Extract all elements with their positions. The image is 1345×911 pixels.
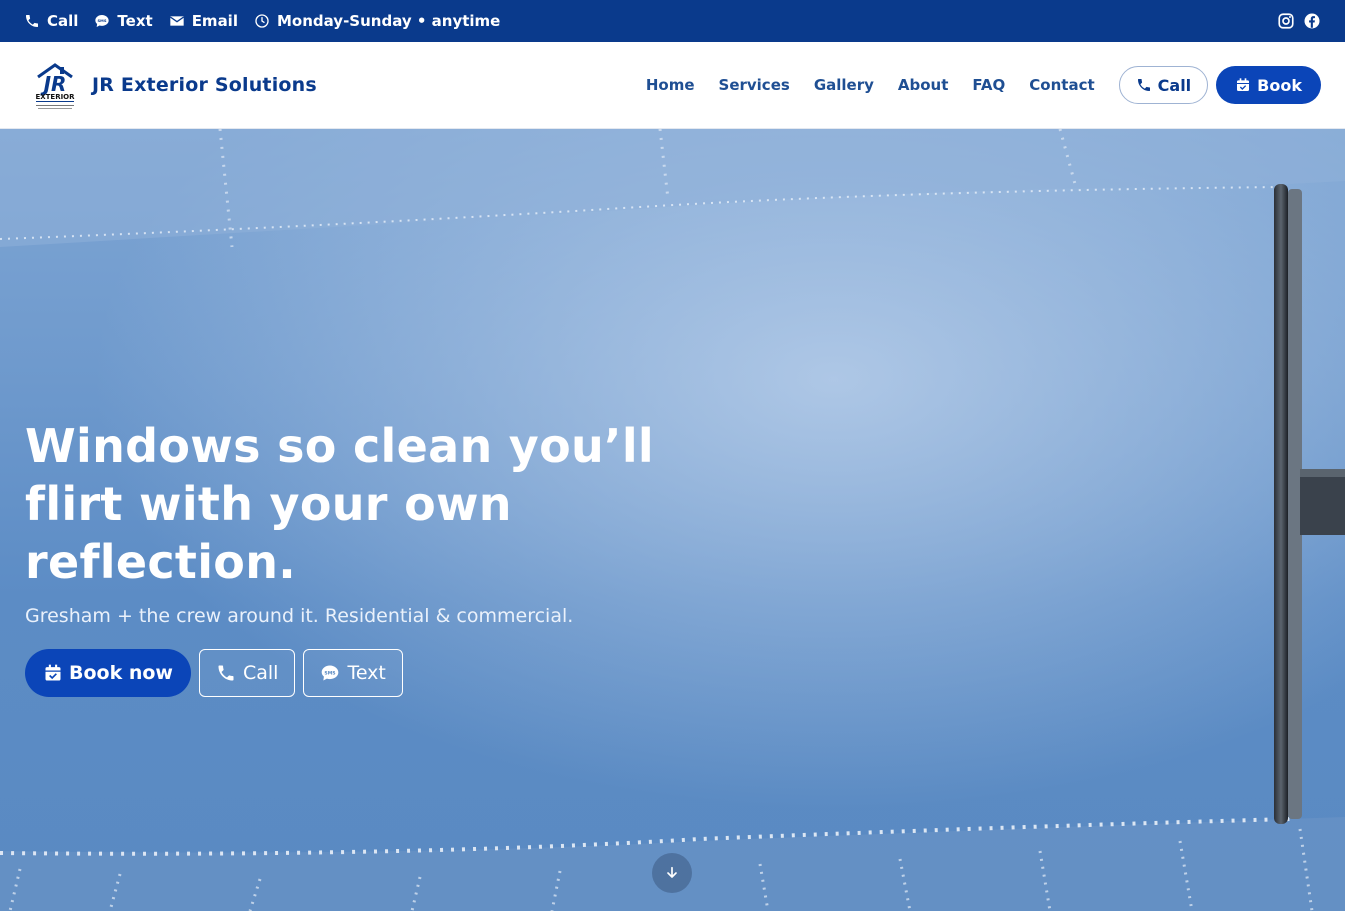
phone-icon <box>218 665 234 681</box>
topbar-text-link[interactable]: SMS Text <box>94 12 153 30</box>
brand-logo: JR EXTERIOR <box>30 57 80 113</box>
clock-icon <box>255 14 269 28</box>
hero-text-button[interactable]: SMS Text <box>303 649 403 697</box>
brand-home-link[interactable]: JR EXTERIOR JR Exterior Solutions <box>30 57 317 113</box>
nav-contact[interactable]: Contact <box>1029 76 1094 94</box>
hero-book-now-label: Book now <box>69 662 173 684</box>
topbar-hours-label: Monday-Sunday • anytime <box>276 12 501 30</box>
header-book-label: Book <box>1257 75 1302 95</box>
nav-gallery[interactable]: Gallery <box>814 76 874 94</box>
topbar-hours: Monday-Sunday • anytime <box>254 12 500 30</box>
topbar-call-link[interactable]: Call <box>24 12 78 30</box>
main-nav: Home Services Gallery About FAQ Contact … <box>646 66 1321 104</box>
header-call-label: Call <box>1157 75 1192 95</box>
hero-book-now-button[interactable]: Book now <box>25 649 191 697</box>
hero-content: Windows so clean you’ll flirt with your … <box>25 417 745 697</box>
social-links <box>1277 12 1321 30</box>
top-contact-bar: Call SMS Text Email Monday-Sunday • anyt… <box>0 0 1345 42</box>
svg-text:SMS: SMS <box>98 19 107 23</box>
facebook-link[interactable] <box>1303 12 1321 30</box>
top-contact-links: Call SMS Text Email Monday-Sunday • anyt… <box>24 12 500 30</box>
hero-title: Windows so clean you’ll flirt with your … <box>25 419 654 589</box>
svg-text:EXTERIOR: EXTERIOR <box>35 93 75 101</box>
instagram-link[interactable] <box>1277 12 1295 30</box>
envelope-icon <box>169 16 184 26</box>
instagram-icon <box>1278 13 1294 29</box>
sms-icon: SMS <box>322 665 339 681</box>
site-header: JR EXTERIOR JR Exterior Solutions Home S… <box>0 42 1345 129</box>
topbar-text-label: Text <box>117 12 153 30</box>
header-call-button[interactable]: Call <box>1118 66 1209 104</box>
hero-call-button[interactable]: Call <box>198 649 296 697</box>
phone-icon <box>26 15 38 27</box>
nav-about[interactable]: About <box>898 76 949 94</box>
scroll-down-button[interactable] <box>652 853 692 893</box>
calendar-check-icon <box>45 664 61 681</box>
header-book-button[interactable]: Book <box>1216 66 1321 104</box>
facebook-icon <box>1304 13 1320 29</box>
topbar-email-link[interactable]: Email <box>169 12 238 30</box>
arrow-down-icon <box>667 866 677 878</box>
hero-actions: Book now Call SMS Text <box>25 649 745 697</box>
svg-text:SMS: SMS <box>325 670 336 676</box>
nav-faq[interactable]: FAQ <box>972 76 1005 94</box>
topbar-email-label: Email <box>191 12 238 30</box>
nav-home[interactable]: Home <box>646 76 695 94</box>
phone-icon <box>1137 79 1150 91</box>
hero-call-label: Call <box>242 662 279 684</box>
brand-name: JR Exterior Solutions <box>92 74 317 96</box>
calendar-check-icon <box>1237 78 1250 91</box>
hero-text-label: Text <box>347 662 386 684</box>
topbar-call-label: Call <box>47 12 79 30</box>
hero-section: Windows so clean you’ll flirt with your … <box>0 129 1345 911</box>
sms-icon: SMS <box>95 15 110 27</box>
nav-services[interactable]: Services <box>719 76 790 94</box>
hero-subtitle: Gresham + the crew around it. Residentia… <box>25 605 574 627</box>
